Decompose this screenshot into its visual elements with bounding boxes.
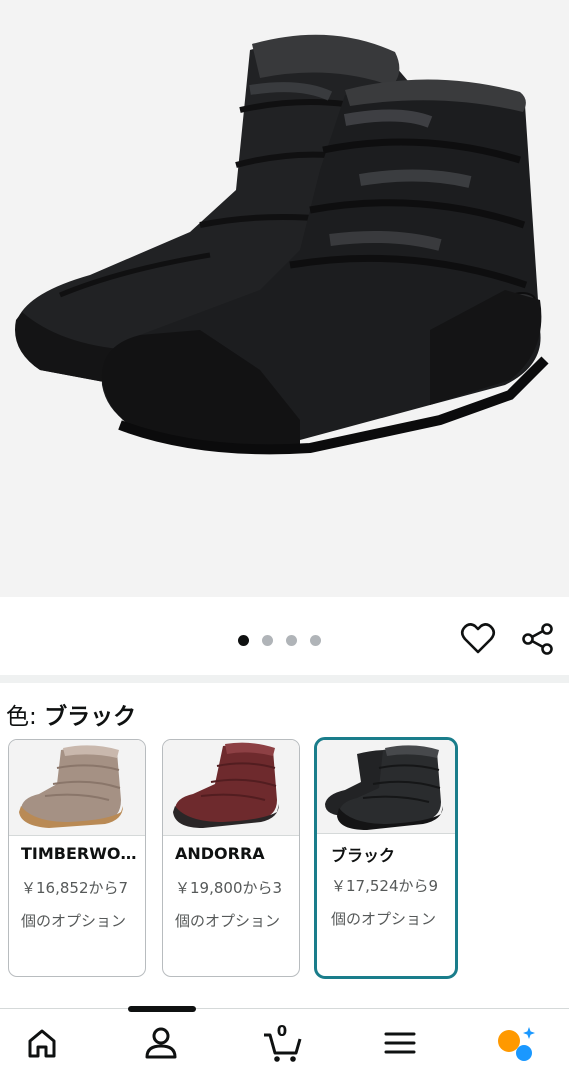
- gesture-indicator: [128, 1006, 196, 1012]
- boot-thumbnail: [325, 745, 443, 830]
- color-option-andorra[interactable]: ANDORRA ￥19,800から3個のオプション: [162, 739, 300, 977]
- swatch-thumbnail: [163, 740, 299, 836]
- home-icon[interactable]: [22, 1023, 62, 1063]
- product-image[interactable]: [0, 0, 569, 597]
- boots-illustration: [15, 34, 549, 455]
- rufus-icon[interactable]: [496, 1023, 536, 1063]
- heart-icon[interactable]: [460, 621, 496, 657]
- carousel-dot-3[interactable]: [286, 635, 297, 646]
- color-option-timberwolf[interactable]: TIMBERWOLF/GUM ￥16,852から7個のオプション: [8, 739, 146, 977]
- cart-button[interactable]: 0: [262, 1021, 302, 1062]
- boot-thumbnail: [19, 745, 123, 828]
- color-label-key: 色:: [6, 704, 45, 730]
- carousel-controls: [0, 597, 569, 675]
- color-option-black[interactable]: ブラック ￥17,524から9個のオプション: [314, 737, 458, 979]
- color-option-name: ANDORRA: [175, 844, 265, 863]
- carousel-dot-4[interactable]: [310, 635, 321, 646]
- carousel-dot-1[interactable]: [238, 635, 249, 646]
- color-option-price: ￥19,800から3個のオプション: [175, 879, 283, 930]
- account-icon[interactable]: [141, 1023, 181, 1063]
- section-divider: [0, 675, 569, 683]
- swatch-thumbnail: [317, 740, 455, 834]
- color-option-name: TIMBERWOLF/GUM: [21, 844, 137, 863]
- swatch-thumbnail: [9, 740, 145, 836]
- share-icon[interactable]: [520, 621, 556, 657]
- carousel-dot-2[interactable]: [262, 635, 273, 646]
- cart-count: 0: [276, 1022, 288, 1040]
- boot-thumbnail: [173, 742, 279, 828]
- color-label: 色: ブラック: [6, 697, 136, 731]
- menu-icon[interactable]: [380, 1023, 420, 1063]
- color-option-price: ￥16,852から7個のオプション: [21, 879, 129, 930]
- color-label-value: ブラック: [44, 704, 137, 730]
- bottom-nav: 0: [0, 1008, 569, 1081]
- color-option-name: ブラック: [331, 846, 396, 865]
- color-option-price: ￥17,524から9個のオプション: [331, 877, 439, 928]
